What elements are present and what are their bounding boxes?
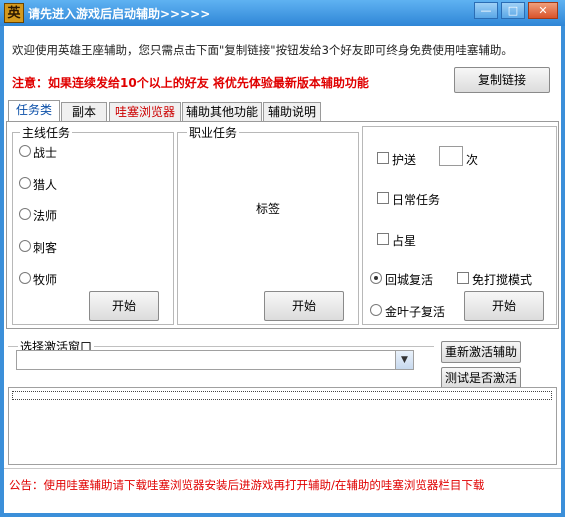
log-area[interactable] bbox=[8, 387, 557, 465]
chevron-down-icon[interactable]: ▼ bbox=[395, 351, 413, 369]
daily-task-checkbox[interactable] bbox=[377, 192, 389, 204]
job-task-placeholder-label: 标签 bbox=[256, 202, 281, 216]
radio-label-mage: 法师 bbox=[33, 209, 58, 223]
radio-hunter[interactable] bbox=[19, 177, 31, 189]
activation-window-select[interactable]: ▼ bbox=[16, 350, 414, 370]
main-task-start-button[interactable]: 开始 bbox=[89, 291, 159, 321]
reactivate-button[interactable]: 重新激活辅助 bbox=[441, 341, 521, 363]
close-icon[interactable]: ✕ bbox=[528, 2, 558, 19]
footer-divider bbox=[4, 468, 561, 469]
radio-mage[interactable] bbox=[19, 208, 31, 220]
radio-label-hunter: 猎人 bbox=[33, 178, 58, 192]
main-task-title: 主线任务 bbox=[20, 124, 73, 141]
divination-label: 占星 bbox=[392, 234, 417, 248]
test-activation-button[interactable]: 测试是否激活 bbox=[441, 367, 521, 389]
window-title: 请先进入游戏后启动辅助>>>>> bbox=[28, 7, 211, 21]
radio-priest[interactable] bbox=[19, 272, 31, 284]
tab-tasks[interactable]: 任务类 bbox=[8, 100, 60, 122]
extra-start-button[interactable]: 开始 bbox=[464, 291, 544, 321]
no-disturb-label: 免打搅模式 bbox=[472, 273, 533, 287]
tab-help[interactable]: 辅助说明 bbox=[263, 102, 321, 122]
radio-assassin[interactable] bbox=[19, 240, 31, 252]
tab-wasai-browser[interactable]: 哇塞浏览器 bbox=[109, 102, 181, 122]
no-disturb-checkbox[interactable] bbox=[457, 272, 469, 284]
divination-checkbox[interactable] bbox=[377, 233, 389, 245]
escort-checkbox[interactable] bbox=[377, 152, 389, 164]
app-window: 英 请先进入游戏后启动辅助>>>>> — □ ✕ 欢迎使用英雄王座辅助，您只需点… bbox=[0, 0, 565, 517]
daily-task-label: 日常任务 bbox=[392, 193, 441, 207]
minimize-icon[interactable]: — bbox=[474, 2, 498, 19]
client-area: 欢迎使用英雄王座辅助，您只需点击下面"复制链接"按钮发给3个好友即可终身免费使用… bbox=[4, 26, 561, 513]
tab-other-functions[interactable]: 辅助其他功能 bbox=[182, 102, 262, 122]
times-input[interactable] bbox=[439, 146, 463, 166]
app-logo-icon: 英 bbox=[4, 3, 24, 23]
radio-return-revive[interactable] bbox=[370, 272, 382, 284]
log-selected-row bbox=[12, 391, 552, 400]
radio-gold-leaf-revive[interactable] bbox=[370, 304, 382, 316]
return-revive-label: 回城复活 bbox=[385, 273, 434, 287]
maximize-icon[interactable]: □ bbox=[501, 2, 525, 19]
title-bar[interactable]: 英 请先进入游戏后启动辅助>>>>> — □ ✕ bbox=[0, 0, 565, 26]
gold-leaf-revive-label: 金叶子复活 bbox=[385, 305, 446, 319]
intro-text: 欢迎使用英雄王座辅助，您只需点击下面"复制链接"按钮发给3个好友即可终身免费使用… bbox=[12, 43, 513, 57]
radio-label-assassin: 刺客 bbox=[33, 241, 58, 255]
radio-label-warrior: 战士 bbox=[33, 146, 58, 160]
times-label: 次 bbox=[466, 153, 479, 167]
radio-warrior[interactable] bbox=[19, 145, 31, 157]
job-task-start-button[interactable]: 开始 bbox=[264, 291, 344, 321]
tab-dungeon[interactable]: 副本 bbox=[61, 102, 107, 122]
escort-label: 护送 bbox=[392, 153, 417, 167]
job-task-title: 职业任务 bbox=[187, 124, 240, 141]
radio-label-priest: 牧师 bbox=[33, 273, 58, 287]
announcement-text: 公告：使用哇塞辅助请下载哇塞浏览器安装后进游戏再打开辅助/在辅助的哇塞浏览器栏目… bbox=[9, 478, 485, 492]
copy-link-button[interactable]: 复制链接 bbox=[454, 67, 550, 93]
notice-text: 注意：如果连续发给10个以上的好友 将优先体验最新版本辅助功能 bbox=[12, 76, 369, 90]
